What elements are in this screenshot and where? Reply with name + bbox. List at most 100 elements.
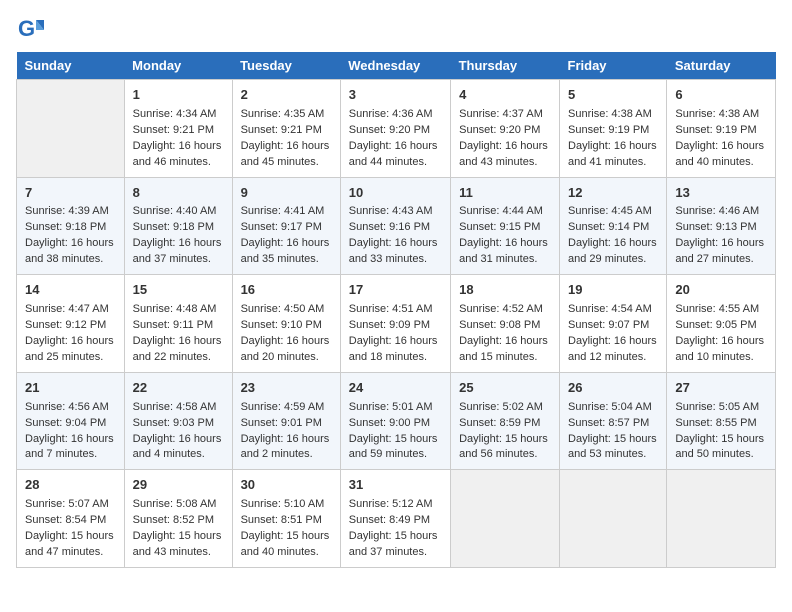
- calendar-cell: 14Sunrise: 4:47 AMSunset: 9:12 PMDayligh…: [17, 275, 125, 373]
- day-detail: Daylight: 16 hours and 31 minutes.: [459, 237, 548, 265]
- day-detail: Sunset: 8:55 PM: [675, 417, 756, 429]
- calendar-cell: 13Sunrise: 4:46 AMSunset: 9:13 PMDayligh…: [667, 177, 776, 275]
- logo-icon: G: [16, 16, 44, 44]
- week-row-2: 7Sunrise: 4:39 AMSunset: 9:18 PMDaylight…: [17, 177, 776, 275]
- calendar-cell: [17, 80, 125, 178]
- day-detail: Sunset: 8:59 PM: [459, 417, 540, 429]
- day-detail: Daylight: 15 hours and 43 minutes.: [133, 530, 222, 558]
- day-detail: Sunset: 9:12 PM: [25, 319, 106, 331]
- day-detail: Sunrise: 5:08 AM: [133, 498, 217, 510]
- day-detail: Daylight: 15 hours and 47 minutes.: [25, 530, 114, 558]
- calendar-cell: 7Sunrise: 4:39 AMSunset: 9:18 PMDaylight…: [17, 177, 125, 275]
- header-row: SundayMondayTuesdayWednesdayThursdayFrid…: [17, 52, 776, 80]
- day-detail: Sunrise: 5:02 AM: [459, 401, 543, 413]
- day-detail: Sunrise: 4:38 AM: [675, 108, 759, 120]
- header-cell-wednesday: Wednesday: [340, 52, 450, 80]
- calendar-cell: 5 Sunrise: 4:38 AM Sunset: 9:19 PM Daylight…: [560, 80, 667, 178]
- day-detail: Sunset: 9:04 PM: [25, 417, 106, 429]
- day-detail: Sunrise: 4:36 AM: [349, 108, 433, 120]
- page-header: G: [16, 16, 776, 44]
- day-number: 6: [675, 86, 767, 105]
- day-detail: Daylight: 16 hours and 12 minutes.: [568, 335, 657, 363]
- day-detail: Sunrise: 4:45 AM: [568, 205, 652, 217]
- calendar-cell: 21Sunrise: 4:56 AMSunset: 9:04 PMDayligh…: [17, 372, 125, 470]
- calendar-table: SundayMondayTuesdayWednesdayThursdayFrid…: [16, 52, 776, 568]
- day-number: 5: [568, 86, 658, 105]
- day-detail: Sunrise: 4:38 AM: [568, 108, 652, 120]
- calendar-cell: 9Sunrise: 4:41 AMSunset: 9:17 PMDaylight…: [232, 177, 340, 275]
- day-number: 17: [349, 281, 442, 300]
- day-detail: Sunset: 9:03 PM: [133, 417, 214, 429]
- day-detail: Sunrise: 4:35 AM: [241, 108, 325, 120]
- day-detail: Sunrise: 5:01 AM: [349, 401, 433, 413]
- header-cell-sunday: Sunday: [17, 52, 125, 80]
- day-number: 22: [133, 379, 224, 398]
- day-detail: Daylight: 15 hours and 56 minutes.: [459, 433, 548, 461]
- day-number: 10: [349, 184, 442, 203]
- week-row-3: 14Sunrise: 4:47 AMSunset: 9:12 PMDayligh…: [17, 275, 776, 373]
- day-number: 25: [459, 379, 551, 398]
- calendar-cell: 20Sunrise: 4:55 AMSunset: 9:05 PMDayligh…: [667, 275, 776, 373]
- week-row-5: 28Sunrise: 5:07 AMSunset: 8:54 PMDayligh…: [17, 470, 776, 568]
- day-number: 12: [568, 184, 658, 203]
- header-cell-thursday: Thursday: [451, 52, 560, 80]
- day-detail: Daylight: 16 hours and 7 minutes.: [25, 433, 114, 461]
- day-detail: Sunrise: 4:52 AM: [459, 303, 543, 315]
- week-row-1: 1Sunrise: 4:34 AMSunset: 9:21 PMDaylight…: [17, 80, 776, 178]
- day-detail: Sunset: 9:10 PM: [241, 319, 322, 331]
- day-detail: Sunset: 9:13 PM: [675, 221, 756, 233]
- day-detail: Daylight: 16 hours and 45 minutes.: [241, 140, 330, 168]
- calendar-header: SundayMondayTuesdayWednesdayThursdayFrid…: [17, 52, 776, 80]
- calendar-cell: 18Sunrise: 4:52 AMSunset: 9:08 PMDayligh…: [451, 275, 560, 373]
- day-number: 16: [241, 281, 332, 300]
- logo: G: [16, 16, 48, 44]
- day-detail: Sunset: 9:20 PM: [459, 124, 540, 136]
- day-detail: Sunrise: 4:39 AM: [25, 205, 109, 217]
- day-number: 24: [349, 379, 442, 398]
- calendar-cell: 27Sunrise: 5:05 AMSunset: 8:55 PMDayligh…: [667, 372, 776, 470]
- day-detail: Sunset: 9:11 PM: [133, 319, 214, 331]
- day-detail: Sunrise: 5:07 AM: [25, 498, 109, 510]
- calendar-cell: 24 Sunrise: 5:01 AM Sunset: 9:00 PM Dayligh…: [340, 372, 450, 470]
- day-detail: Sunset: 9:17 PM: [241, 221, 322, 233]
- day-detail: Sunset: 8:51 PM: [241, 514, 322, 526]
- calendar-cell: 17Sunrise: 4:51 AMSunset: 9:09 PMDayligh…: [340, 275, 450, 373]
- day-detail: Daylight: 16 hours and 25 minutes.: [25, 335, 114, 363]
- day-detail: Daylight: 16 hours and 44 minutes.: [349, 140, 438, 168]
- calendar-cell: 22Sunrise: 4:58 AMSunset: 9:03 PMDayligh…: [124, 372, 232, 470]
- calendar-cell: 25 Sunrise: 5:02 AM Sunset: 8:59 PM Dayligh…: [451, 372, 560, 470]
- calendar-cell: 12Sunrise: 4:45 AMSunset: 9:14 PMDayligh…: [560, 177, 667, 275]
- day-detail: Daylight: 16 hours and 43 minutes.: [459, 140, 548, 168]
- day-detail: Sunset: 9:18 PM: [133, 221, 214, 233]
- header-cell-friday: Friday: [560, 52, 667, 80]
- day-detail: Sunset: 9:21 PM: [241, 124, 322, 136]
- day-detail: Sunrise: 4:43 AM: [349, 205, 433, 217]
- header-cell-monday: Monday: [124, 52, 232, 80]
- day-detail: Sunrise: 5:04 AM: [568, 401, 652, 413]
- day-detail: Sunrise: 4:48 AM: [133, 303, 217, 315]
- calendar-cell: 6Sunrise: 4:38 AMSunset: 9:19 PMDaylight…: [667, 80, 776, 178]
- calendar-cell: 19Sunrise: 4:54 AMSunset: 9:07 PMDayligh…: [560, 275, 667, 373]
- week-row-4: 21Sunrise: 4:56 AMSunset: 9:04 PMDayligh…: [17, 372, 776, 470]
- day-number: 30: [241, 476, 332, 495]
- calendar-cell: 11Sunrise: 4:44 AMSunset: 9:15 PMDayligh…: [451, 177, 560, 275]
- day-number: 4: [459, 86, 551, 105]
- header-cell-saturday: Saturday: [667, 52, 776, 80]
- calendar-cell: 2Sunrise: 4:35 AMSunset: 9:21 PMDaylight…: [232, 80, 340, 178]
- calendar-cell: [667, 470, 776, 568]
- day-detail: Daylight: 16 hours and 15 minutes.: [459, 335, 548, 363]
- day-detail: Daylight: 16 hours and 41 minutes.: [568, 140, 657, 168]
- day-number: 29: [133, 476, 224, 495]
- calendar-cell: 1Sunrise: 4:34 AMSunset: 9:21 PMDaylight…: [124, 80, 232, 178]
- day-detail: Sunrise: 4:50 AM: [241, 303, 325, 315]
- day-detail: Sunset: 9:00 PM: [349, 417, 430, 429]
- day-number: 27: [675, 379, 767, 398]
- day-detail: Sunrise: 4:56 AM: [25, 401, 109, 413]
- day-detail: Sunrise: 4:47 AM: [25, 303, 109, 315]
- day-detail: Daylight: 15 hours and 59 minutes.: [349, 433, 438, 461]
- day-detail: Sunset: 9:21 PM: [133, 124, 214, 136]
- day-detail: Sunset: 9:20 PM: [349, 124, 430, 136]
- day-number: 18: [459, 281, 551, 300]
- day-detail: Sunrise: 4:46 AM: [675, 205, 759, 217]
- day-detail: Sunset: 9:19 PM: [568, 124, 649, 136]
